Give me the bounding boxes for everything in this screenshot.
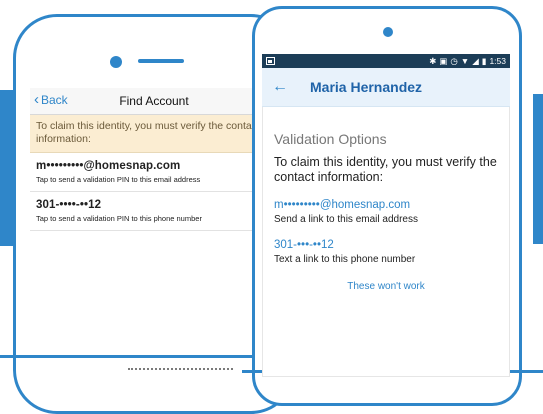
email-option-hint: Tap to send a validation PIN to this ema… (36, 175, 201, 184)
masked-email: m•••••••••@homesnap.com (36, 160, 181, 172)
verification-notice: To claim this identity, you must verify … (30, 115, 278, 153)
section-heading: Validation Options (274, 131, 387, 147)
status-icons: ✱ ▣ ◷ ▼ ◢ ▮ 1:53 (429, 56, 506, 67)
validation-content: Validation Options To claim this identit… (262, 107, 510, 292)
verification-message: To claim this identity, you must verify … (274, 155, 497, 184)
phone-option-hint: Tap to send a validation PIN to this pho… (36, 214, 202, 223)
front-camera-dot (110, 56, 122, 68)
email-option-description: Send a link to this email address (274, 214, 418, 225)
ios-screen: ‹ Back Find Account To claim this identi… (30, 88, 278, 350)
image-notification-icon (266, 57, 275, 65)
status-bar: ✱ ▣ ◷ ▼ ◢ ▮ 1:53 (262, 54, 510, 68)
app-bar-title: Maria Hernandez (310, 79, 423, 95)
home-indicator-dots (128, 368, 233, 372)
email-option[interactable]: m•••••••••@homesnap.com Send a link to t… (274, 199, 498, 225)
bluetooth-icon: ✱ (429, 55, 437, 66)
phone-option-description: Text a link to this phone number (274, 254, 416, 265)
masked-phone: 301-•••-••12 (274, 239, 334, 251)
email-option-row[interactable]: m•••••••••@homesnap.com Tap to send a va… (30, 153, 278, 192)
ios-navigation-bar: ‹ Back Find Account (30, 88, 278, 115)
right-accent-band (533, 94, 543, 244)
front-camera-dot (383, 27, 393, 37)
signal-icon: ◢ (472, 55, 479, 66)
iphone-frame-bottom (0, 355, 262, 358)
wifi-icon: ▼ (460, 56, 470, 66)
chevron-left-icon: ‹ (34, 91, 39, 108)
alarm-icon: ◷ (450, 55, 458, 66)
app-bar: ← Maria Hernandez (262, 68, 510, 107)
back-arrow-icon[interactable]: ← (272, 78, 298, 96)
masked-email: m•••••••••@homesnap.com (274, 199, 411, 211)
battery-icon: ▮ (481, 55, 487, 66)
phone-option-row[interactable]: 301-••••-••12 Tap to send a validation P… (30, 192, 278, 231)
vibrate-icon: ▣ (439, 55, 448, 66)
status-time: 1:53 (489, 56, 506, 66)
earpiece-speaker (138, 59, 184, 63)
masked-phone: 301-••••-••12 (36, 199, 102, 211)
these-wont-work-button[interactable]: These won't work (274, 281, 498, 292)
back-button[interactable]: ‹ Back (34, 91, 68, 108)
phone-option[interactable]: 301-•••-••12 Text a link to this phone n… (274, 239, 498, 265)
android-screen: ✱ ▣ ◷ ▼ ◢ ▮ 1:53 ← Maria Hernandez Valid… (262, 54, 510, 377)
back-button-label: Back (41, 93, 68, 107)
